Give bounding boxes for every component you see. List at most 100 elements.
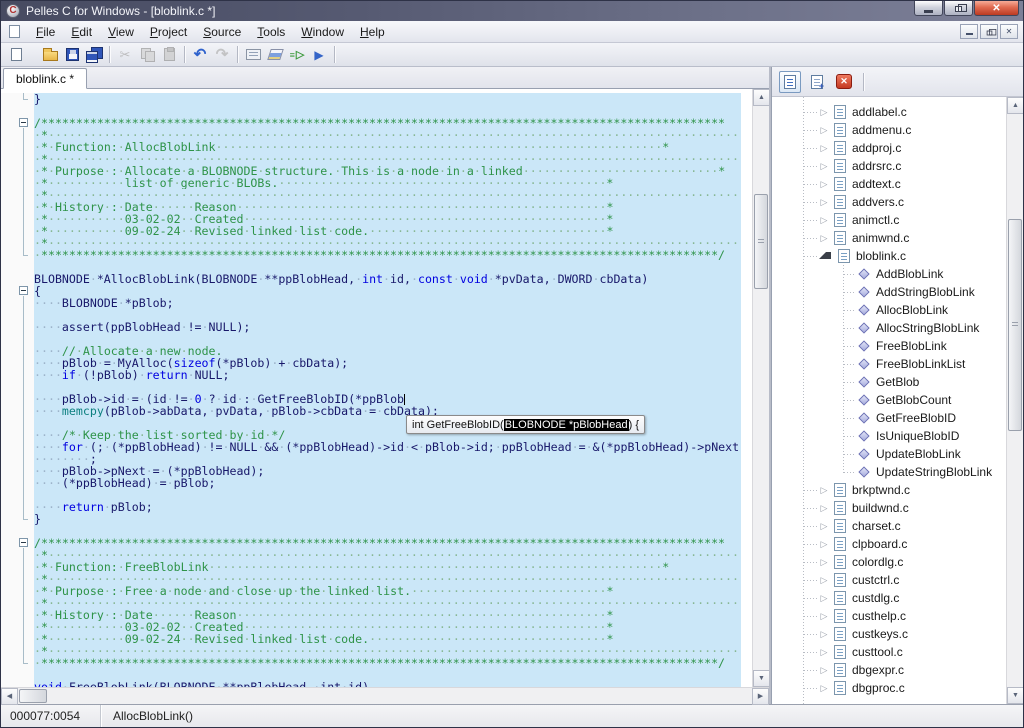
tree-file-item[interactable]: custtool.c bbox=[772, 643, 1023, 661]
tree-function-item[interactable]: IsUniqueBlobID bbox=[772, 427, 1023, 445]
document-icon[interactable] bbox=[9, 25, 20, 38]
code-line[interactable] bbox=[1, 525, 741, 537]
tree-file-item[interactable]: brkptwnd.c bbox=[772, 481, 1023, 499]
tree-function-item[interactable]: AllocBlobLink bbox=[772, 301, 1023, 319]
tree-function-item[interactable]: AllocStringBlobLink bbox=[772, 319, 1023, 337]
code-line[interactable]: ·*······································… bbox=[1, 153, 741, 165]
code-line[interactable] bbox=[1, 669, 741, 681]
tree-file-item[interactable]: custhelp.c bbox=[772, 607, 1023, 625]
code-line[interactable]: ·***************************************… bbox=[1, 657, 741, 669]
code-line[interactable]: ·*···········list·of·generic·BLOBs.·····… bbox=[1, 177, 741, 189]
tree-file-item[interactable]: buildwnd.c bbox=[772, 499, 1023, 517]
tree-file-item[interactable]: bloblink.c bbox=[772, 247, 1023, 265]
build-button[interactable] bbox=[264, 45, 286, 65]
code-line[interactable]: ·*·Purpose·:·Allocate·a·BLOBNODE·structu… bbox=[1, 165, 741, 177]
code-line[interactable]: ·*·History·:·Date······Reason···········… bbox=[1, 201, 741, 213]
code-line[interactable]: ·*·Function:·AllocBlobLink··············… bbox=[1, 141, 741, 153]
expand-arrow-icon[interactable] bbox=[818, 647, 830, 658]
scroll-down-arrow[interactable]: ▼ bbox=[753, 670, 770, 687]
source-files-view-button[interactable] bbox=[779, 71, 801, 93]
tab-bloblink[interactable]: bloblink.c * bbox=[3, 68, 87, 89]
editor-scroll-thumb[interactable] bbox=[754, 194, 768, 289]
code-line[interactable]: ····(*ppBlobHead)·=·pBlob; bbox=[1, 477, 741, 489]
tree-function-item[interactable]: FreeBlobLink bbox=[772, 337, 1023, 355]
code-editor[interactable]: }/**************************************… bbox=[1, 89, 769, 687]
minimize-button[interactable] bbox=[914, 1, 943, 16]
editor-vertical-scrollbar[interactable]: ▲ ▼ bbox=[752, 89, 769, 687]
editor-hscroll-thumb[interactable] bbox=[19, 689, 47, 703]
fold-margin[interactable] bbox=[1, 117, 34, 129]
mdi-restore-button[interactable] bbox=[980, 24, 998, 39]
tree-file-item[interactable]: custctrl.c bbox=[772, 571, 1023, 589]
scroll-right-arrow[interactable]: ▶ bbox=[752, 688, 769, 705]
menu-window[interactable]: Window bbox=[293, 22, 352, 42]
code-line[interactable]: ····//·Allocate·a·new·node. bbox=[1, 345, 741, 357]
execute-button[interactable] bbox=[286, 45, 308, 65]
undo-button[interactable]: ↶ bbox=[189, 45, 211, 65]
menu-help[interactable]: Help bbox=[352, 22, 393, 42]
code-line[interactable]: ·***************************************… bbox=[1, 249, 741, 261]
tree-function-item[interactable]: GetBlobCount bbox=[772, 391, 1023, 409]
tree-file-item[interactable]: clpboard.c bbox=[772, 535, 1023, 553]
tree-file-item[interactable]: dbgproc.c bbox=[772, 679, 1023, 697]
menu-edit[interactable]: Edit bbox=[63, 22, 100, 42]
code-line[interactable]: { bbox=[1, 285, 741, 297]
mdi-close-button[interactable]: ✕ bbox=[1000, 24, 1018, 39]
restore-button[interactable] bbox=[944, 1, 973, 16]
expand-arrow-icon[interactable] bbox=[818, 593, 830, 604]
code-line[interactable]: /***************************************… bbox=[1, 117, 741, 129]
debug-button[interactable]: ▶ bbox=[308, 45, 330, 65]
fold-margin[interactable] bbox=[1, 285, 34, 297]
code-line[interactable]: ·*······································… bbox=[1, 573, 741, 585]
code-line[interactable] bbox=[1, 261, 741, 273]
tree-file-item[interactable]: custdlg.c bbox=[772, 589, 1023, 607]
code-line[interactable]: ····return·pBlob; bbox=[1, 501, 741, 513]
tree-file-item[interactable]: addmenu.c bbox=[772, 121, 1023, 139]
tree-file-item[interactable]: colordlg.c bbox=[772, 553, 1023, 571]
code-line[interactable] bbox=[1, 381, 741, 393]
title-bar[interactable]: C Pelles C for Windows - [bloblink.c *] … bbox=[1, 1, 1023, 21]
code-line[interactable]: ····if·(!pBlob)·return·NULL; bbox=[1, 369, 741, 381]
new-dropdown-button[interactable] bbox=[27, 45, 39, 65]
tree-file-item[interactable]: addrsrc.c bbox=[772, 157, 1023, 175]
expand-arrow-icon[interactable] bbox=[818, 503, 830, 514]
tree-function-item[interactable]: UpdateStringBlobLink bbox=[772, 463, 1023, 481]
expand-arrow-icon[interactable] bbox=[818, 107, 830, 118]
menu-file[interactable]: File bbox=[28, 22, 63, 42]
code-line[interactable]: ·*·Purpose·:·Free·a·node·and·close·up·th… bbox=[1, 585, 741, 597]
code-line[interactable]: ·*·Function:·FreeBlobLink···············… bbox=[1, 561, 741, 573]
code-line[interactable]: ····assert(ppBlobHead·!=·NULL); bbox=[1, 321, 741, 333]
code-line[interactable]: /***************************************… bbox=[1, 537, 741, 549]
collapse-arrow-icon[interactable] bbox=[819, 252, 831, 259]
menu-view[interactable]: View bbox=[100, 22, 142, 42]
code-line[interactable]: ·*······································… bbox=[1, 237, 741, 249]
tree-file-item[interactable]: animctl.c bbox=[772, 211, 1023, 229]
remove-file-button[interactable]: ✕ bbox=[833, 71, 855, 93]
expand-arrow-icon[interactable] bbox=[818, 215, 830, 226]
code-line[interactable]: ····BLOBNODE·*pBlob; bbox=[1, 297, 741, 309]
expand-arrow-icon[interactable] bbox=[818, 161, 830, 172]
code-line[interactable] bbox=[1, 309, 741, 321]
code-line[interactable]: ·*······································… bbox=[1, 129, 741, 141]
expand-arrow-icon[interactable] bbox=[818, 179, 830, 190]
code-line[interactable]: ····pBlob->pNext·=·(*ppBlobHead); bbox=[1, 465, 741, 477]
close-button[interactable]: ✕ bbox=[974, 1, 1019, 16]
tree-vertical-scrollbar[interactable]: ▲ ▼ bbox=[1006, 97, 1023, 704]
tree-function-item[interactable]: UpdateBlobLink bbox=[772, 445, 1023, 463]
expand-arrow-icon[interactable] bbox=[818, 521, 830, 532]
code-line[interactable]: ····pBlob->id·=·(id·!=·0·?·id·:·GetFreeB… bbox=[1, 393, 741, 405]
expand-arrow-icon[interactable] bbox=[818, 611, 830, 622]
expand-arrow-icon[interactable] bbox=[818, 197, 830, 208]
tree-function-item[interactable]: GetBlob bbox=[772, 373, 1023, 391]
symbols-view-button[interactable] bbox=[806, 71, 828, 93]
expand-arrow-icon[interactable] bbox=[818, 557, 830, 568]
code-line[interactable]: ········; bbox=[1, 453, 741, 465]
tree-function-item[interactable]: AddBlobLink bbox=[772, 265, 1023, 283]
tree-file-item[interactable]: addtext.c bbox=[772, 175, 1023, 193]
expand-arrow-icon[interactable] bbox=[818, 125, 830, 136]
open-file-button[interactable] bbox=[39, 45, 61, 65]
code-line[interactable]: BLOBNODE·*AllocBlobLink(BLOBNODE·**ppBlo… bbox=[1, 273, 741, 285]
tree-scroll-down-arrow[interactable]: ▼ bbox=[1007, 687, 1023, 704]
tree-file-item[interactable]: charset.c bbox=[772, 517, 1023, 535]
expand-arrow-icon[interactable] bbox=[818, 539, 830, 550]
